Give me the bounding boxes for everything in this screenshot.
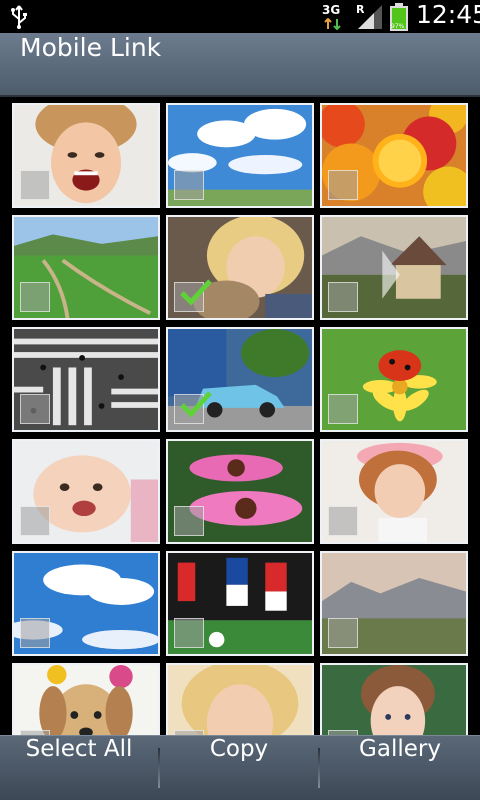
clock: 12:45 — [416, 0, 480, 29]
photo-thumbnail[interactable] — [166, 103, 314, 208]
selection-checkbox[interactable] — [20, 506, 50, 536]
checkmark-icon — [180, 391, 212, 418]
photo-thumbnail[interactable] — [12, 103, 160, 208]
photo-thumbnail[interactable] — [166, 551, 314, 656]
checkmark-icon — [180, 279, 212, 306]
copy-label: Copy — [209, 736, 269, 762]
selection-checkbox[interactable] — [174, 506, 204, 536]
battery-level: 97% — [391, 23, 405, 30]
usb-icon — [11, 5, 27, 29]
photo-thumbnail[interactable] — [12, 551, 160, 656]
photo-puppy-with-balloons — [14, 665, 158, 735]
title-bar: Mobile Link — [0, 33, 480, 97]
select-all-button[interactable]: Select All — [0, 736, 158, 800]
photo-thumbnail[interactable] — [166, 215, 314, 320]
selection-checkbox[interactable] — [20, 618, 50, 648]
photo-thumbnail[interactable] — [166, 439, 314, 544]
network-type-label: 3G — [322, 3, 341, 17]
selection-checkbox[interactable] — [328, 506, 358, 536]
signal-strength-icon — [358, 5, 382, 29]
photo-thumbnail[interactable] — [320, 551, 468, 656]
selection-checkbox[interactable] — [174, 170, 204, 200]
selection-checkbox[interactable] — [20, 282, 50, 312]
selection-checkbox[interactable] — [328, 394, 358, 424]
status-bar: 3G R 97% 12:45 — [0, 0, 480, 33]
page-title: Mobile Link — [20, 33, 162, 62]
selection-checkbox[interactable] — [174, 618, 204, 648]
photo-thumbnail[interactable] — [320, 327, 468, 432]
photo-smiling-woman — [168, 665, 312, 735]
selection-checkbox[interactable] — [20, 394, 50, 424]
photo-thumbnail[interactable] — [166, 327, 314, 432]
selection-checkbox[interactable] — [20, 170, 50, 200]
photo-grid[interactable] — [0, 97, 480, 735]
photo-thumbnail[interactable] — [320, 663, 468, 735]
photo-thumbnail[interactable] — [12, 215, 160, 320]
bottom-action-bar: Select All Copy Gallery — [0, 735, 480, 800]
gallery-button[interactable]: Gallery — [320, 736, 480, 800]
battery-icon: 97% — [390, 3, 408, 31]
selection-checkbox[interactable] — [174, 279, 212, 312]
selection-checkbox[interactable] — [328, 282, 358, 312]
gallery-label: Gallery — [359, 736, 441, 762]
data-activity-icon — [324, 18, 341, 30]
selection-checkbox[interactable] — [174, 391, 212, 424]
photo-thumbnail[interactable] — [12, 327, 160, 432]
photo-young-girl-portrait — [322, 665, 466, 735]
select-all-label: Select All — [25, 736, 133, 762]
photo-thumbnail[interactable] — [166, 663, 314, 735]
network-type-icon: 3G — [322, 3, 344, 31]
photo-thumbnail[interactable] — [320, 439, 468, 544]
photo-thumbnail[interactable] — [12, 439, 160, 544]
photo-thumbnail[interactable] — [12, 663, 160, 735]
photo-thumbnail[interactable] — [320, 215, 468, 320]
selection-checkbox[interactable] — [328, 618, 358, 648]
selection-checkbox[interactable] — [328, 170, 358, 200]
copy-button[interactable]: Copy — [160, 736, 318, 800]
photo-thumbnail[interactable] — [320, 103, 468, 208]
